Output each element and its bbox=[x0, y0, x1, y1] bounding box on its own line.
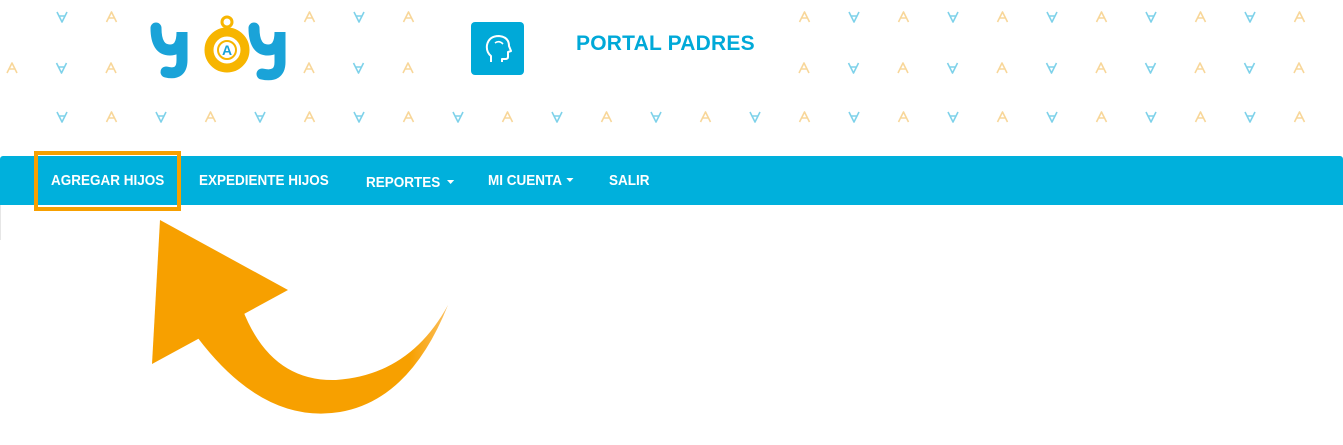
pattern-triangle bbox=[1145, 11, 1157, 23]
nav-item-label: EXPEDIENTE HIJOS bbox=[199, 172, 329, 189]
pattern-triangle bbox=[55, 62, 68, 74]
pattern-triangle bbox=[105, 11, 118, 23]
pattern-triangle bbox=[848, 111, 860, 123]
pattern-triangle bbox=[1293, 111, 1306, 123]
nav-item-agregar-hijos[interactable]: AGREGAR HIJOS bbox=[51, 156, 164, 205]
pattern-triangle bbox=[600, 111, 613, 123]
pattern-triangle bbox=[56, 11, 68, 23]
pattern-triangle bbox=[848, 11, 860, 23]
caret-down-icon bbox=[446, 180, 454, 185]
pattern-triangle bbox=[303, 111, 316, 123]
yay-logo-icon: A bbox=[150, 15, 286, 81]
pattern-triangle bbox=[996, 62, 1008, 74]
nav-item-expediente-hijos[interactable]: EXPEDIENTE HIJOS bbox=[199, 156, 329, 205]
pattern-triangle bbox=[897, 11, 910, 23]
pattern-triangle bbox=[1194, 11, 1207, 23]
pattern-triangle bbox=[1293, 11, 1306, 23]
pattern-triangle bbox=[1244, 11, 1256, 23]
pattern-triangle bbox=[1293, 62, 1305, 74]
pattern-triangle bbox=[996, 111, 1009, 123]
pattern-triangle bbox=[1095, 111, 1108, 123]
pattern-triangle bbox=[897, 62, 909, 74]
pattern-triangle bbox=[452, 111, 464, 123]
pattern-triangle bbox=[402, 111, 415, 123]
pattern-triangle bbox=[105, 62, 117, 74]
nav-item-label: AGREGAR HIJOS bbox=[51, 172, 165, 189]
pattern-triangle bbox=[650, 111, 662, 123]
pattern-triangle bbox=[947, 111, 959, 123]
pattern-triangle bbox=[501, 111, 514, 123]
nav-item-salir[interactable]: SALIR bbox=[609, 156, 650, 205]
curved-arrow-icon bbox=[152, 220, 448, 414]
pattern-triangle bbox=[1095, 62, 1107, 74]
pattern-triangle bbox=[353, 111, 365, 123]
nav-item-label: SALIR bbox=[609, 172, 650, 189]
nav-item-label: MI CUENTA bbox=[488, 172, 562, 189]
pattern-triangle bbox=[105, 111, 118, 123]
pattern-triangle bbox=[56, 111, 68, 123]
pattern-triangle bbox=[1243, 62, 1256, 74]
pattern-triangle bbox=[352, 62, 365, 74]
portal-page: A PORTAL PADRES AGREGAR HIJOS EXPEDIENTE… bbox=[0, 0, 1343, 445]
page-title: PORTAL PADRES bbox=[576, 32, 755, 55]
pattern-triangle bbox=[1194, 62, 1206, 74]
pattern-triangle bbox=[798, 111, 811, 123]
pattern-triangle bbox=[1194, 111, 1207, 123]
caret-down-icon bbox=[566, 178, 574, 183]
pattern-triangle bbox=[749, 111, 761, 123]
pattern-triangle bbox=[946, 62, 959, 74]
pattern-triangle bbox=[1095, 11, 1108, 23]
pattern-triangle bbox=[303, 11, 316, 23]
nav-item-label: REPORTES bbox=[366, 174, 441, 191]
pattern-triangle bbox=[897, 111, 910, 123]
pattern-triangle bbox=[1045, 62, 1058, 74]
head-profile-icon bbox=[471, 22, 524, 75]
pattern-triangle bbox=[254, 111, 266, 123]
pattern-triangle bbox=[847, 62, 860, 74]
pattern-triangle bbox=[1244, 111, 1256, 123]
nav-item-reportes[interactable]: REPORTES bbox=[366, 158, 454, 207]
pattern-triangle bbox=[1046, 11, 1058, 23]
pattern-triangle bbox=[402, 11, 415, 23]
pattern-triangle bbox=[303, 62, 315, 74]
pattern-triangle bbox=[798, 62, 810, 74]
pattern-triangle bbox=[204, 111, 217, 123]
pattern-triangle bbox=[353, 11, 365, 23]
pattern-triangle bbox=[1046, 111, 1058, 123]
svg-text:A: A bbox=[222, 42, 232, 58]
pattern-triangle bbox=[402, 62, 414, 74]
nav-item-mi-cuenta[interactable]: MI CUENTA bbox=[488, 156, 574, 205]
pattern-triangle bbox=[947, 11, 959, 23]
pattern-triangle bbox=[6, 62, 18, 74]
pattern-triangle bbox=[996, 11, 1009, 23]
pattern-triangle bbox=[1145, 111, 1157, 123]
divider bbox=[0, 205, 1, 240]
main-navbar: AGREGAR HIJOS EXPEDIENTE HIJOS REPORTES … bbox=[0, 156, 1343, 205]
pattern-triangle bbox=[1144, 62, 1157, 74]
pattern-triangle bbox=[551, 111, 563, 123]
pattern-triangle bbox=[699, 111, 712, 123]
pattern-triangle bbox=[798, 11, 811, 23]
pattern-triangle bbox=[155, 111, 167, 123]
